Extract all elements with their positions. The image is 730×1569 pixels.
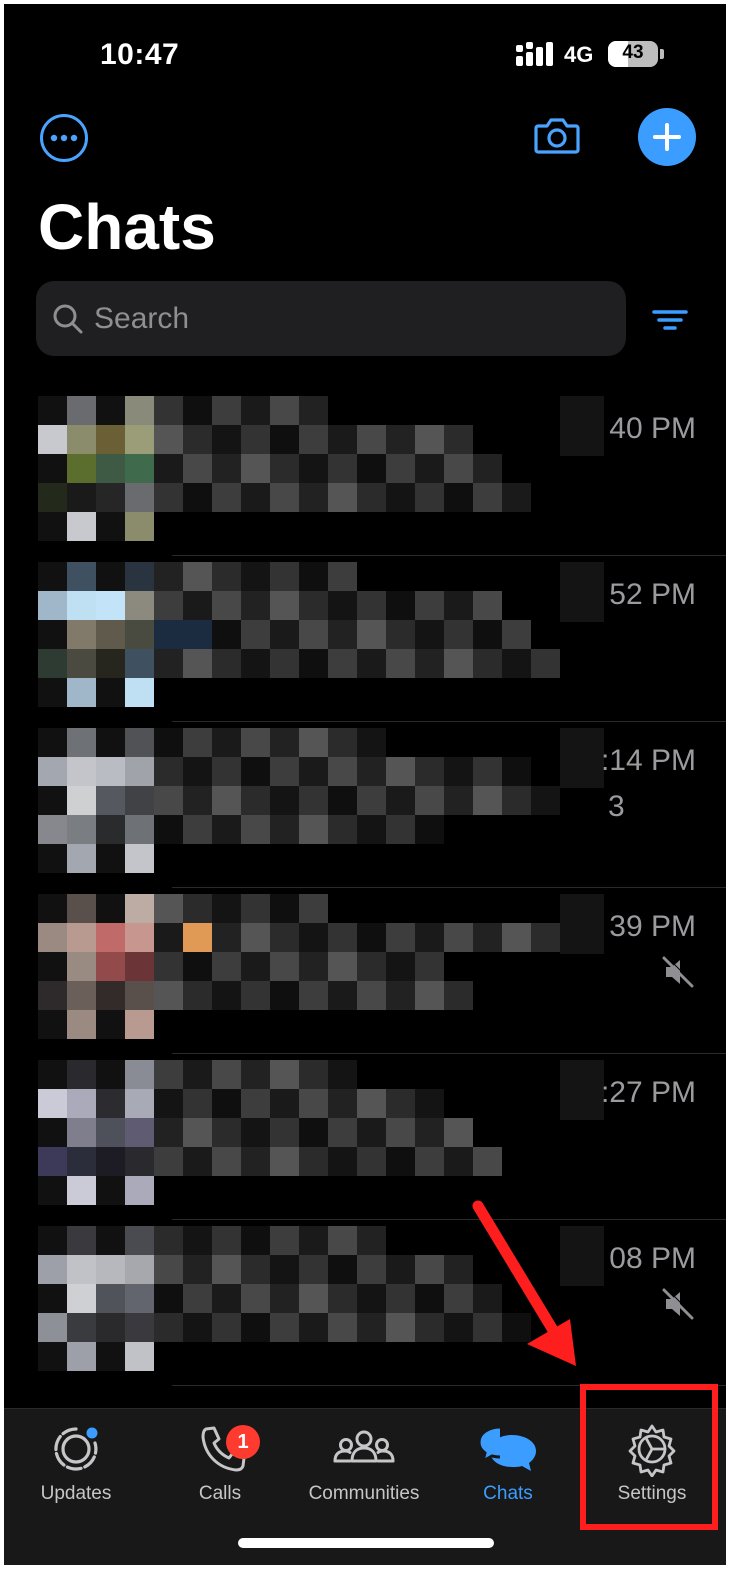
phone-screen: 10:47 4G 43 Chats Search 40 PM 52 PM:14…	[4, 4, 726, 1565]
annotation-arrow-icon	[472, 1200, 576, 1366]
